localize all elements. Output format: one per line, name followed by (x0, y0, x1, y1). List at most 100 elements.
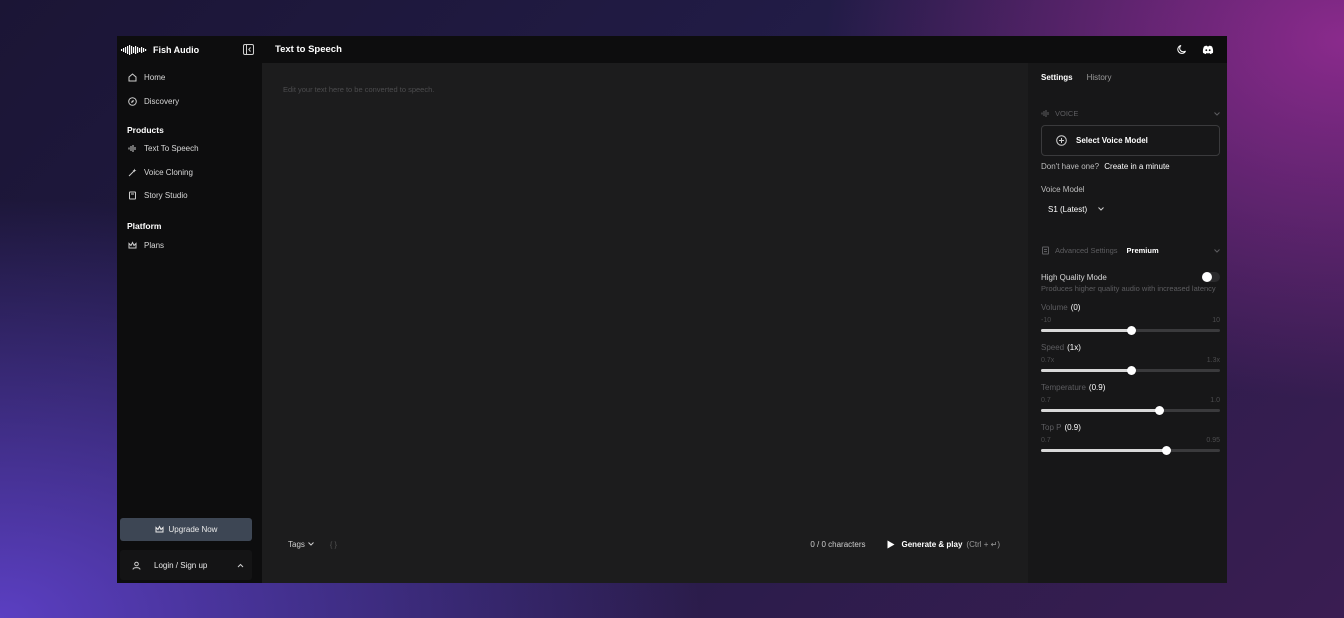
create-voice-link[interactable]: Create in a minute (1104, 162, 1169, 171)
waveform-icon (1041, 109, 1050, 118)
sidebar-item-discovery[interactable]: Discovery (117, 92, 262, 111)
sidebar-item-label: Discovery (144, 96, 180, 106)
high-quality-mode-row: High Quality Mode (1041, 272, 1220, 282)
user-icon (128, 557, 144, 573)
platform-section-title: Platform (127, 221, 162, 231)
sidebar-item-home[interactable]: Home (117, 68, 262, 87)
tab-history[interactable]: History (1087, 73, 1112, 85)
moon-icon[interactable] (1175, 43, 1189, 57)
text-editor[interactable]: Edit your text here to be converted to s… (262, 63, 1028, 583)
generate-play-label: Generate & play (901, 539, 963, 549)
login-signup-button[interactable]: Login / Sign up (120, 550, 252, 580)
braces-button[interactable]: { } (330, 540, 337, 549)
slider-min: 0.7x (1041, 357, 1055, 364)
select-voice-model-button[interactable]: Select Voice Model (1041, 125, 1220, 156)
slider-thumb[interactable] (1155, 406, 1165, 415)
voice-section-label: VOICE (1055, 108, 1079, 118)
top-p-label: Top P (0.9) (1041, 423, 1220, 432)
slider-thumb[interactable] (1162, 446, 1172, 455)
toggle-knob (1202, 272, 1212, 282)
editor-placeholder: Edit your text here to be converted to s… (283, 85, 435, 94)
magic-wand-icon (127, 167, 137, 177)
settings-tabs: Settings History (1041, 73, 1220, 85)
volume-label: Volume (0) (1041, 303, 1220, 312)
no-voice-text: Don't have one? (1041, 162, 1100, 171)
slider-label: Volume (1041, 303, 1068, 312)
slider-label: Temperature (1041, 383, 1086, 392)
temperature-slider[interactable] (1041, 405, 1220, 415)
tags-dropdown[interactable]: Tags (288, 540, 314, 549)
sidebar-item-label: Plans (144, 240, 165, 250)
slider-fill (1041, 329, 1131, 332)
slider-label: Speed (1041, 343, 1065, 352)
chevron-down-icon (1098, 207, 1104, 211)
slider-value: (0.9) (1064, 423, 1081, 432)
sidebar-item-voice-cloning[interactable]: Voice Cloning (117, 163, 262, 182)
slider-thumb[interactable] (1126, 326, 1136, 335)
tab-settings[interactable]: Settings (1041, 73, 1073, 85)
top-p-slider[interactable] (1041, 445, 1220, 455)
crown-icon (155, 525, 164, 534)
products-section-title: Products (127, 124, 164, 135)
sidebar-item-label: Story Studio (144, 191, 188, 200)
home-icon (127, 73, 137, 83)
speed-label: Speed (1x) (1041, 343, 1220, 352)
top-p-range: 0.7 0.95 (1041, 437, 1220, 444)
volume-slider-block: Volume (0) -10 10 (1041, 303, 1220, 335)
speed-range: 0.7x 1.3x (1041, 357, 1220, 364)
generate-shortcut: (Ctrl + ↵) (966, 539, 1000, 549)
select-voice-model-label: Select Voice Model (1076, 136, 1148, 145)
slider-value: (0.9) (1088, 383, 1106, 392)
voice-model-label: Voice Model (1041, 185, 1085, 194)
collapse-sidebar-icon[interactable] (242, 44, 254, 56)
slider-max: 1.3x (1206, 357, 1220, 364)
chevron-down-icon (1214, 246, 1220, 255)
high-quality-mode-description: Produces higher quality audio with incre… (1041, 284, 1216, 293)
speed-slider[interactable] (1041, 365, 1220, 375)
sidebar-item-text-to-speech[interactable]: Text To Speech (117, 139, 262, 158)
sidebar-item-label: Home (144, 73, 166, 82)
upgrade-now-button[interactable]: Upgrade Now (120, 518, 252, 541)
character-count: 0 / 0 characters (810, 539, 866, 549)
slider-max: 0.95 (1206, 437, 1220, 444)
slider-value: (1x) (1067, 343, 1081, 352)
voice-model-value: S1 (Latest) (1048, 204, 1088, 214)
top-p-slider-block: Top P (0.9) 0.7 0.95 (1041, 423, 1220, 455)
volume-slider[interactable] (1041, 325, 1220, 335)
page-title: Text to Speech (275, 44, 342, 55)
sidebar-item-story-studio[interactable]: Story Studio (117, 186, 262, 205)
upgrade-now-label: Upgrade Now (168, 525, 218, 534)
discord-icon[interactable] (1201, 43, 1215, 57)
sidebar-item-label: Text To Speech (144, 144, 199, 153)
fish-logo-icon (121, 43, 149, 57)
speed-slider-block: Speed (1x) 0.7x 1.3x (1041, 343, 1220, 375)
sidebar-item-plans[interactable]: Plans (117, 236, 262, 255)
advanced-settings-header[interactable]: Advanced Settings Premium (1041, 245, 1220, 255)
settings-panel: Settings History VOICE Select Voice Mode… (1028, 63, 1227, 583)
voice-section-header[interactable]: VOICE (1041, 108, 1220, 118)
temperature-range: 0.7 1.0 (1041, 397, 1220, 404)
chevron-up-icon (237, 561, 244, 570)
high-quality-mode-toggle[interactable] (1202, 272, 1220, 282)
temperature-label: Temperature (0.9) (1041, 383, 1220, 392)
slider-min: 0.7 (1041, 397, 1051, 404)
slider-label: Top P (1041, 423, 1062, 432)
plus-circle-icon (1056, 135, 1067, 146)
premium-badge: Premium (1126, 245, 1159, 255)
slider-max: 10 (1212, 317, 1220, 324)
compass-icon (127, 96, 137, 106)
create-voice-line: Don't have one? Create in a minute (1041, 162, 1220, 171)
slider-value: (0) (1070, 303, 1081, 312)
brand: Fish Audio (117, 36, 262, 63)
editor-footer: Tags { } 0 / 0 characters Generate & pla… (288, 535, 1000, 553)
chevron-down-icon (308, 542, 314, 546)
generate-play-button[interactable]: Generate & play (Ctrl + ↵) (887, 540, 1000, 549)
main-area: Text to Speech Edit your text here to be… (262, 36, 1227, 583)
brand-name: Fish Audio (153, 44, 200, 55)
sidebar: Fish Audio Home Discovery Products Text … (117, 36, 262, 583)
slider-fill (1041, 369, 1131, 372)
waveform-icon (127, 144, 137, 154)
crown-icon (127, 240, 137, 250)
voice-model-select[interactable]: S1 (Latest) (1041, 200, 1135, 218)
slider-thumb[interactable] (1126, 366, 1136, 375)
